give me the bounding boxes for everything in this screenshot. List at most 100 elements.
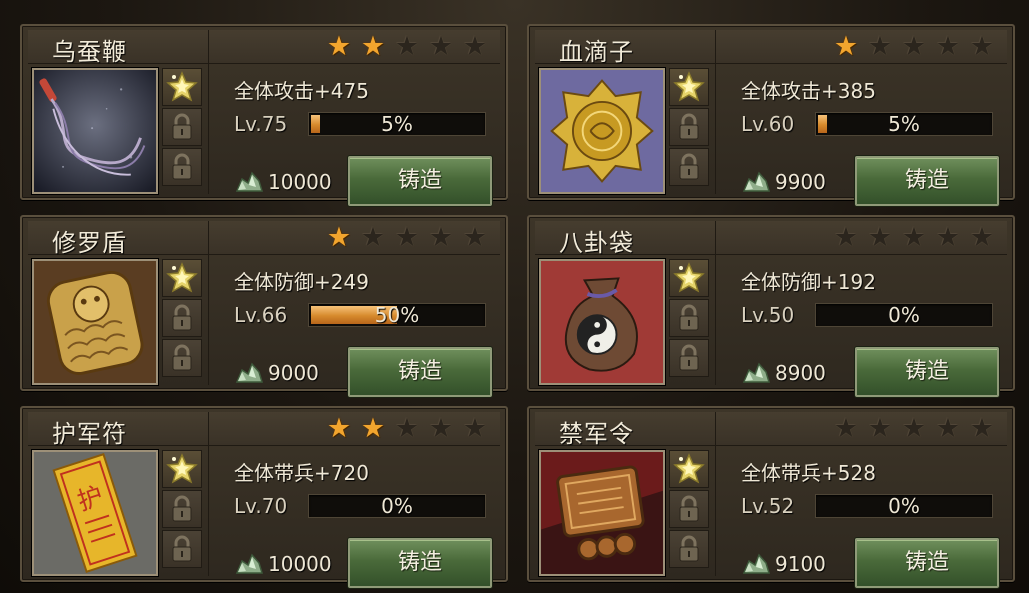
card-divider — [208, 30, 209, 194]
progress-text: 0% — [888, 494, 920, 518]
gem-slot[interactable] — [162, 68, 202, 106]
equipment-name: 修罗盾 — [52, 229, 127, 257]
equipment-portrait[interactable] — [32, 259, 158, 385]
gem-slot[interactable] — [669, 68, 709, 106]
equipment-portrait[interactable] — [32, 68, 158, 194]
socket-slots — [669, 450, 711, 570]
progress-text: 0% — [888, 303, 920, 327]
star-icon: ★ — [867, 31, 893, 62]
star-rating: ★ ★ ★ ★ ★ — [831, 224, 997, 252]
star-icon: ★ — [867, 222, 893, 253]
locked-slot[interactable] — [162, 530, 202, 568]
lock-icon — [679, 535, 699, 562]
lock-icon — [172, 153, 192, 180]
lock-icon — [172, 344, 192, 371]
lock-icon — [172, 495, 192, 522]
locked-slot[interactable] — [162, 490, 202, 528]
star-icon: ★ — [428, 413, 454, 444]
gem-slot[interactable] — [669, 259, 709, 297]
locked-slot[interactable] — [669, 299, 709, 337]
equipment-card: 禁军令 ★ ★ ★ ★ ★ 全体带兵+528 Lv.52 0% 9100 铸造 — [527, 406, 1015, 588]
star-icon: ★ — [428, 31, 454, 62]
card-divider — [208, 412, 209, 576]
star-icon: ★ — [428, 222, 454, 253]
lock-icon — [679, 304, 699, 331]
gem-slot[interactable] — [162, 259, 202, 297]
equipment-card: 乌蚕鞭 ★ ★ ★ ★ ★ 全体攻击+475 Lv.75 5% 10000 铸造 — [20, 24, 508, 206]
lock-icon — [679, 344, 699, 371]
jade-ore-icon — [235, 171, 264, 192]
cost-amount: 9900 — [775, 170, 826, 194]
forge-progress-bar: 0% — [308, 494, 486, 518]
socket-slots — [162, 68, 204, 188]
star-icon: ★ — [360, 413, 386, 444]
jade-ore-icon — [235, 362, 264, 383]
equipment-portrait[interactable]: 护 — [32, 450, 158, 576]
equipment-portrait[interactable] — [539, 68, 665, 194]
card-header: 禁军令 ★ ★ ★ ★ ★ — [535, 412, 1007, 448]
star-icon: ★ — [969, 413, 995, 444]
forge-cost: 10000 — [234, 169, 332, 195]
forge-progress-bar: 0% — [815, 494, 993, 518]
forge-progress-bar: 0% — [815, 303, 993, 327]
socket-slots — [162, 450, 204, 570]
gem-slot-icon — [673, 71, 705, 102]
forge-button[interactable]: 铸造 — [348, 156, 492, 206]
forge-button[interactable]: 铸造 — [348, 347, 492, 397]
equipment-card: 修罗盾 ★ ★ ★ ★ ★ 全体防御+249 Lv.66 50% 9000 铸造 — [20, 215, 508, 397]
locked-slot[interactable] — [162, 148, 202, 186]
gem-slot[interactable] — [669, 450, 709, 488]
equipment-level: Lv.70 — [234, 494, 288, 518]
star-rating: ★ ★ ★ ★ ★ — [831, 33, 997, 61]
forge-cost: 8900 — [741, 360, 826, 386]
equipment-name: 乌蚕鞭 — [52, 38, 127, 66]
forge-button[interactable]: 铸造 — [855, 156, 999, 206]
cost-amount: 9100 — [775, 552, 826, 576]
gem-slot-icon — [673, 453, 705, 484]
card-divider — [715, 412, 716, 576]
forge-button[interactable]: 铸造 — [855, 347, 999, 397]
locked-slot[interactable] — [669, 148, 709, 186]
locked-slot[interactable] — [669, 490, 709, 528]
equipment-portrait[interactable] — [539, 450, 665, 576]
equipment-level: Lv.66 — [234, 303, 288, 327]
locked-slot[interactable] — [669, 108, 709, 146]
equipment-name: 禁军令 — [559, 420, 634, 448]
equipment-level: Lv.60 — [741, 112, 795, 136]
lock-icon — [679, 113, 699, 140]
equipment-name: 八卦袋 — [559, 229, 634, 257]
cost-amount: 8900 — [775, 361, 826, 385]
equipment-stat: 全体防御+192 — [741, 270, 876, 294]
locked-slot[interactable] — [162, 108, 202, 146]
card-header: 修罗盾 ★ ★ ★ ★ ★ — [28, 221, 500, 257]
locked-slot[interactable] — [669, 339, 709, 377]
jade-ore-icon — [742, 553, 771, 574]
star-icon: ★ — [462, 413, 488, 444]
locked-slot[interactable] — [669, 530, 709, 568]
star-icon: ★ — [326, 222, 352, 253]
forge-button[interactable]: 铸造 — [348, 538, 492, 588]
equipment-stat: 全体攻击+475 — [234, 79, 369, 103]
gem-slot-icon — [673, 262, 705, 293]
socket-slots — [669, 68, 711, 188]
star-icon: ★ — [394, 31, 420, 62]
locked-slot[interactable] — [162, 299, 202, 337]
star-icon: ★ — [833, 31, 859, 62]
forge-progress-bar: 50% — [308, 303, 486, 327]
equipment-portrait[interactable] — [539, 259, 665, 385]
equipment-level: Lv.52 — [741, 494, 795, 518]
progress-text: 0% — [381, 494, 413, 518]
star-rating: ★ ★ ★ ★ ★ — [324, 224, 490, 252]
forge-cost: 10000 — [234, 551, 332, 577]
star-icon: ★ — [462, 222, 488, 253]
equipment-card: 八卦袋 ★ ★ ★ ★ ★ 全体防御+192 Lv.50 0% 8900 铸造 — [527, 215, 1015, 397]
forge-button[interactable]: 铸造 — [855, 538, 999, 588]
gem-slot-icon — [166, 71, 198, 102]
gem-slot[interactable] — [162, 450, 202, 488]
star-icon: ★ — [901, 413, 927, 444]
locked-slot[interactable] — [162, 339, 202, 377]
equipment-card: 血滴子 ★ ★ ★ ★ ★ 全体攻击+385 Lv.60 5% 9900 铸造 — [527, 24, 1015, 206]
star-icon: ★ — [394, 413, 420, 444]
equipment-stat: 全体攻击+385 — [741, 79, 876, 103]
cost-amount: 10000 — [268, 552, 332, 576]
